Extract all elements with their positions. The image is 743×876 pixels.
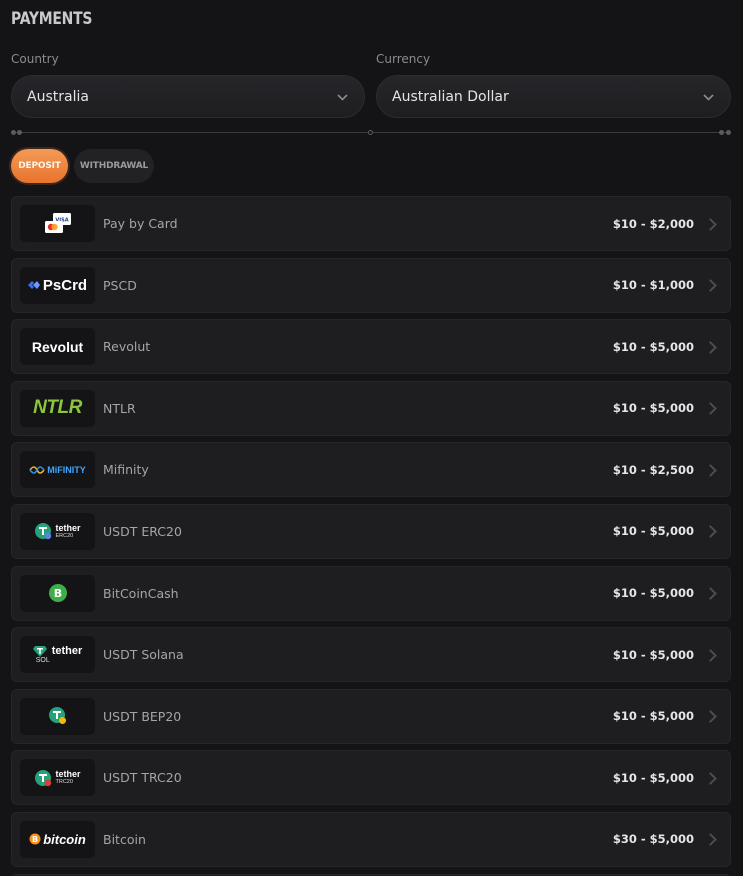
payment-method-name: USDT TRC20	[103, 770, 182, 786]
tether-erc20-logo: tether ERC20	[20, 512, 95, 550]
chevron-right-icon	[704, 586, 718, 600]
payment-method-name: Pay by Card	[103, 216, 178, 231]
tether-trc20-logo: tether TRC20	[20, 759, 95, 797]
payment-method-usdt-erc20[interactable]: tether ERC20 USDT ERC20 $10 - $5,000	[11, 503, 731, 559]
bitcoin-logo: B bitcoin	[20, 820, 95, 858]
payment-method-bitcoin[interactable]: B bitcoin Bitcoin $30 - $5,000	[11, 811, 731, 867]
payment-method-limits: $10 - $5,000	[612, 770, 694, 785]
payment-method-name: PSCD	[103, 277, 137, 293]
payment-method-ntlr[interactable]: NTLR NTLR $10 - $5,000	[11, 380, 731, 436]
chevron-down-icon	[337, 90, 348, 104]
chevron-right-icon	[704, 401, 718, 415]
payment-method-bitcoincash[interactable]: B BitCoinCash $10 - $5,000	[11, 565, 731, 621]
svg-text:B: B	[53, 587, 61, 600]
payment-method-name: NTLR	[103, 400, 136, 416]
chevron-right-icon	[704, 340, 718, 354]
payment-method-limits: $10 - $5,000	[612, 401, 694, 416]
payment-method-name: Bitcoin	[103, 831, 146, 847]
payment-method-limits: $10 - $5,000	[612, 647, 694, 662]
currency-select-value: Australian Dollar	[392, 88, 509, 105]
payment-method-name: Mifinity	[103, 462, 149, 478]
payment-method-card[interactable]: VISA Pay by Card $10 - $2,000	[11, 196, 731, 251]
payment-method-limits: $10 - $5,000	[612, 586, 694, 601]
svg-text:B: B	[32, 835, 38, 844]
payment-method-revolut[interactable]: Revolut Revolut $10 - $5,000	[11, 319, 731, 375]
revolut-logo: Revolut	[20, 328, 95, 366]
payment-method-usdt-bep20[interactable]: USDT BEP20 $10 - $5,000	[11, 688, 731, 744]
payment-method-limits: $10 - $2,500	[612, 462, 694, 477]
payment-method-list: VISA Pay by Card $10 - $2,000 PsCrd PSCD…	[11, 196, 731, 876]
divider	[11, 130, 731, 135]
payment-method-name: USDT BEP20	[103, 708, 182, 724]
chevron-right-icon	[704, 709, 718, 723]
chevron-right-icon	[704, 278, 718, 292]
tether-bep20-icon	[20, 697, 95, 735]
chevron-down-icon	[703, 90, 714, 104]
payment-method-pscd[interactable]: PsCrd PSCD $10 - $1,000	[11, 257, 731, 313]
chevron-right-icon	[704, 524, 718, 538]
payment-method-limits: $10 - $5,000	[612, 524, 694, 539]
card-icon: VISA	[20, 205, 95, 242]
payment-method-name: BitCoinCash	[103, 585, 179, 601]
payment-method-name: Revolut	[103, 339, 151, 355]
country-label: Country	[11, 52, 59, 66]
bitcoincash-icon: B	[20, 574, 95, 612]
payment-method-limits: $30 - $5,000	[612, 832, 694, 847]
pscrd-logo: PsCrd	[20, 266, 95, 304]
payment-method-limits: $10 - $2,000	[612, 216, 694, 231]
payment-method-limits: $10 - $5,000	[612, 339, 694, 354]
page-title: PAYMENTS	[11, 9, 93, 29]
mifinity-logo: MiFINITY	[20, 451, 95, 489]
payment-method-limits: $10 - $1,000	[612, 278, 694, 293]
payment-method-usdt-trc20[interactable]: tether TRC20 USDT TRC20 $10 - $5,000	[11, 750, 731, 806]
chevron-right-icon	[704, 771, 718, 785]
ntlr-logo: NTLR	[20, 389, 95, 427]
chevron-right-icon	[704, 648, 718, 662]
payment-method-mifinity[interactable]: MiFINITY Mifinity $10 - $2,500	[11, 442, 731, 498]
tab-deposit[interactable]: DEPOSIT	[11, 149, 68, 183]
chevron-right-icon	[704, 217, 718, 231]
payment-method-usdt-solana[interactable]: tether SOL USDT Solana $10 - $5,000	[11, 627, 731, 683]
tab-withdrawal[interactable]: WITHDRAWAL	[74, 149, 154, 183]
chevron-right-icon	[704, 832, 718, 846]
payment-method-limits: $10 - $5,000	[612, 709, 694, 724]
tether-sol-logo: tether SOL	[20, 636, 95, 674]
payment-method-name: USDT ERC20	[103, 523, 182, 539]
chevron-right-icon	[704, 463, 718, 477]
country-select[interactable]: Australia	[11, 75, 365, 118]
currency-label: Currency	[376, 52, 431, 66]
country-select-value: Australia	[27, 88, 89, 105]
currency-select[interactable]: Australian Dollar	[376, 75, 731, 118]
payment-method-name: USDT Solana	[103, 647, 184, 663]
